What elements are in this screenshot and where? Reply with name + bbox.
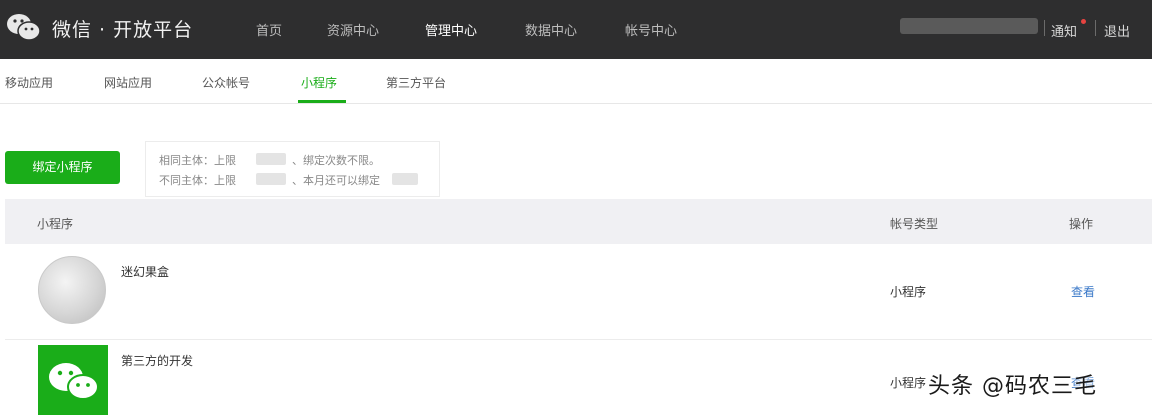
nav-resource-center[interactable]: 资源中心 (327, 20, 379, 39)
col-operation: 操作 (1069, 217, 1094, 231)
col-account-type: 帐号类型 (890, 217, 939, 231)
notify-badge-dot (1081, 19, 1086, 24)
table-row: 迷幻果盒 小程序 查看 (5, 244, 1152, 340)
app-avatar (38, 256, 106, 324)
tab-mini-program[interactable]: 小程序 (301, 74, 337, 91)
binding-limit-notice: 相同主体：上限 、绑定次数不限。 不同主体：上限 、本月还可以绑定 (145, 141, 440, 197)
redacted-value (256, 173, 286, 185)
tab-third-party-platform[interactable]: 第三方平台 (386, 74, 446, 91)
tab-mobile-app[interactable]: 移动应用 (5, 74, 53, 91)
app-type-tabs: 移动应用 网站应用 公众帐号 小程序 第三方平台 (0, 59, 1152, 104)
notice-diff-entity: 不同主体：上限 (159, 174, 236, 187)
account-type: 小程序 (890, 376, 927, 390)
wechat-logo-icon (7, 14, 41, 41)
nav-data-center[interactable]: 数据中心 (525, 20, 577, 39)
redacted-value (392, 173, 418, 185)
tab-website-app[interactable]: 网站应用 (104, 74, 152, 91)
notice-same-entity: 相同主体：上限 (159, 154, 236, 167)
col-mini-program: 小程序 (37, 217, 74, 231)
account-name-redacted[interactable] (900, 18, 1038, 34)
nav-account-center[interactable]: 帐号中心 (625, 20, 677, 39)
divider (1095, 20, 1096, 36)
view-link[interactable]: 查看 (1071, 283, 1095, 300)
app-name: 第三方的开发 (121, 354, 194, 368)
wechat-icon (38, 345, 108, 415)
notify-link[interactable]: 通知 (1051, 21, 1077, 40)
redacted-value (256, 153, 286, 165)
notice-same-entity-tail: 、绑定次数不限。 (292, 154, 380, 167)
logout-link[interactable]: 退出 (1104, 21, 1130, 40)
notice-diff-entity-tail: 、本月还可以绑定 (292, 174, 380, 187)
active-tab-indicator (298, 100, 346, 103)
top-nav-bar: 微信 · 开放平台 首页 资源中心 管理中心 数据中心 帐号中心 通知 退出 (0, 0, 1152, 59)
watermark-text: 头条 @码农三毛 (928, 374, 1097, 399)
platform-brand[interactable]: 微信 · 开放平台 (52, 15, 193, 42)
account-type: 小程序 (890, 285, 927, 299)
nav-home[interactable]: 首页 (256, 20, 282, 39)
app-name: 迷幻果盒 (121, 265, 170, 279)
tab-official-account[interactable]: 公众帐号 (202, 74, 250, 91)
table-header: 小程序 帐号类型 操作 (5, 199, 1152, 244)
nav-management-center[interactable]: 管理中心 (425, 20, 477, 39)
divider (1044, 20, 1045, 36)
bind-mini-program-button[interactable]: 绑定小程序 (5, 151, 120, 184)
